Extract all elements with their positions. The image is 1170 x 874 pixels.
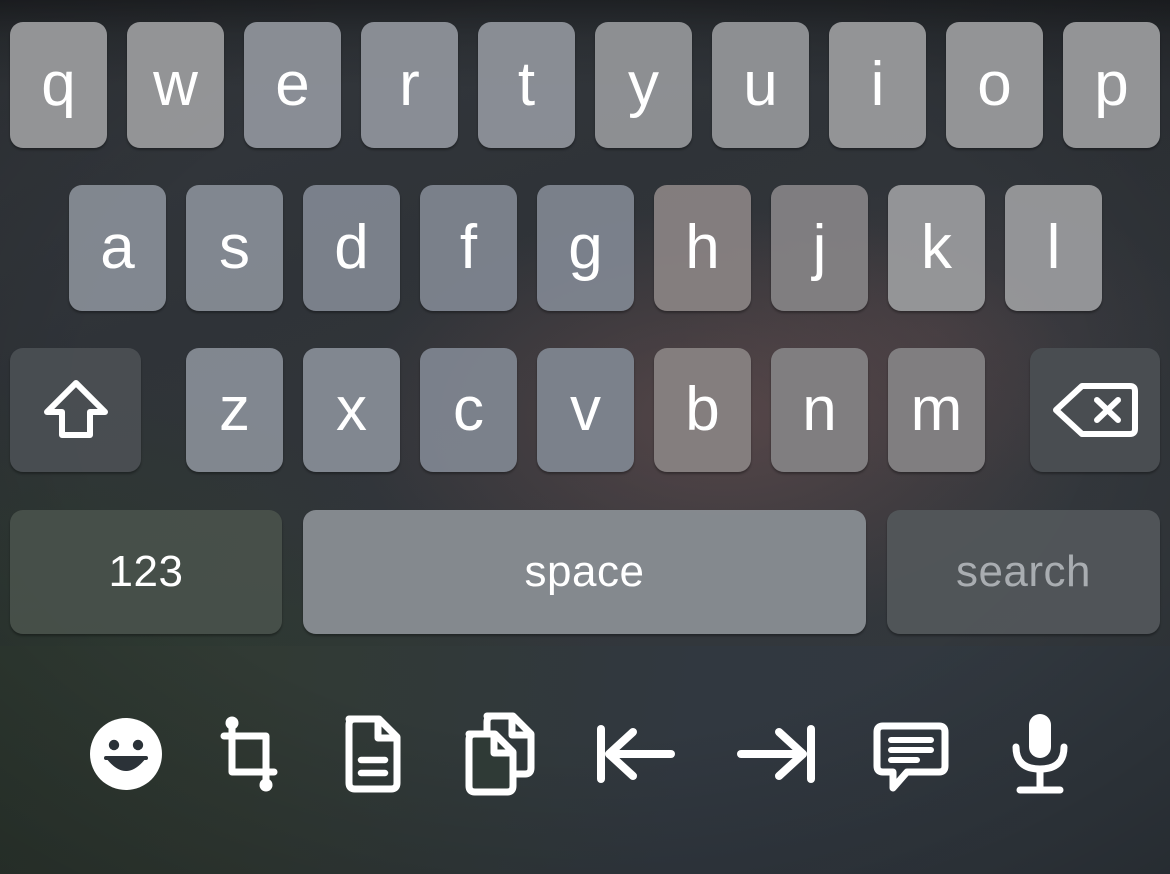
key-label: r	[399, 50, 420, 119]
microphone-button[interactable]	[992, 706, 1088, 802]
search-key-label: search	[955, 547, 1092, 596]
key-b[interactable]: b	[654, 348, 751, 472]
shift-key[interactable]	[10, 348, 141, 472]
key-label: o	[977, 50, 1012, 119]
key-s[interactable]: s	[186, 185, 283, 311]
numbers-key[interactable]: 123	[10, 510, 282, 634]
key-label: p	[1094, 50, 1129, 119]
key-v[interactable]: v	[537, 348, 634, 472]
move-to-start-button[interactable]	[588, 706, 684, 802]
message-bubble-icon	[871, 714, 951, 794]
crop-button[interactable]	[201, 706, 297, 802]
key-c[interactable]: c	[420, 348, 517, 472]
key-label: i	[870, 50, 885, 119]
key-label: j	[812, 213, 827, 282]
key-w[interactable]: w	[127, 22, 224, 148]
key-label: m	[910, 375, 963, 444]
key-label: a	[100, 213, 135, 282]
key-m[interactable]: m	[888, 348, 985, 472]
key-label: u	[743, 50, 778, 119]
key-t[interactable]: t	[478, 22, 575, 148]
key-label: s	[219, 213, 250, 282]
key-label: y	[628, 50, 659, 119]
key-label: c	[453, 375, 484, 444]
key-label: l	[1046, 213, 1061, 282]
message-button[interactable]	[863, 706, 959, 802]
document-button[interactable]	[324, 706, 420, 802]
search-key[interactable]: search	[887, 510, 1160, 634]
key-g[interactable]: g	[537, 185, 634, 311]
move-to-start-icon	[593, 721, 679, 787]
key-h[interactable]: h	[654, 185, 751, 311]
keyboard-screen: q w e r t y u i o p a s d f g h j k l z …	[0, 0, 1170, 874]
key-label: q	[41, 50, 76, 119]
key-label: h	[685, 213, 720, 282]
space-key[interactable]: space	[303, 510, 866, 634]
key-l[interactable]: l	[1005, 185, 1102, 311]
microphone-icon	[1008, 711, 1072, 797]
key-label: b	[685, 375, 720, 444]
key-z[interactable]: z	[186, 348, 283, 472]
emoji-button[interactable]	[78, 706, 174, 802]
key-k[interactable]: k	[888, 185, 985, 311]
document-icon	[339, 713, 405, 795]
key-label: v	[570, 375, 601, 444]
backspace-delete-icon	[1052, 381, 1138, 439]
key-label: f	[459, 213, 478, 282]
copy-documents-button[interactable]	[452, 706, 548, 802]
copy-documents-icon	[461, 712, 539, 796]
key-r[interactable]: r	[361, 22, 458, 148]
key-label: g	[568, 213, 603, 282]
key-j[interactable]: j	[771, 185, 868, 311]
shift-arrow-up-icon	[41, 377, 111, 443]
key-e[interactable]: e	[244, 22, 341, 148]
crop-icon	[210, 714, 288, 794]
key-y[interactable]: y	[595, 22, 692, 148]
key-label: z	[219, 375, 250, 444]
key-label: x	[336, 375, 367, 444]
key-u[interactable]: u	[712, 22, 809, 148]
key-label: d	[334, 213, 369, 282]
key-p[interactable]: p	[1063, 22, 1160, 148]
key-o[interactable]: o	[946, 22, 1043, 148]
move-to-end-button[interactable]	[728, 706, 824, 802]
backspace-key[interactable]	[1030, 348, 1160, 472]
move-to-end-icon	[733, 721, 819, 787]
emoji-icon	[86, 714, 166, 794]
numbers-key-label: 123	[108, 547, 184, 596]
key-a[interactable]: a	[69, 185, 166, 311]
key-d[interactable]: d	[303, 185, 400, 311]
key-label: t	[517, 50, 536, 119]
key-n[interactable]: n	[771, 348, 868, 472]
key-label: k	[921, 213, 952, 282]
key-f[interactable]: f	[420, 185, 517, 311]
key-i[interactable]: i	[829, 22, 926, 148]
key-label: w	[153, 50, 198, 119]
key-q[interactable]: q	[10, 22, 107, 148]
key-label: n	[802, 375, 837, 444]
space-key-label: space	[524, 547, 645, 596]
key-label: e	[275, 50, 310, 119]
key-x[interactable]: x	[303, 348, 400, 472]
